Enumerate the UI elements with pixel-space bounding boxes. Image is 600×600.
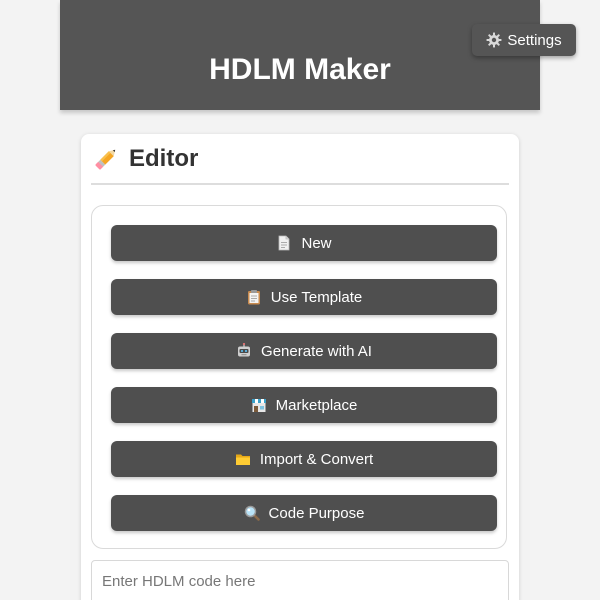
magnifier-icon [244,505,260,521]
generate-with-ai-label: Generate with AI [261,342,372,360]
document-icon [276,235,292,251]
app-header: HDLM Maker [60,0,540,110]
code-purpose-label: Code Purpose [268,504,365,522]
use-template-label: Use Template [270,288,363,306]
gear-icon [486,32,502,48]
new-button[interactable]: New [111,225,497,261]
pencil-icon [91,144,121,174]
editor-heading: Editor [91,142,198,176]
editor-card: Editor New Use Template Generate with AI… [81,134,519,600]
code-purpose-button[interactable]: Code Purpose [111,495,497,531]
use-template-button[interactable]: Use Template [111,279,497,315]
folder-icon [235,451,251,467]
import-convert-label: Import & Convert [259,450,374,468]
app-page: HDLM Maker Settings Editor New Use Templ… [0,0,600,600]
marketplace-button[interactable]: Marketplace [111,387,497,423]
generate-with-ai-button[interactable]: Generate with AI [111,333,497,369]
robot-icon [236,343,252,359]
settings-label: Settings [507,31,562,49]
heading-divider [91,183,509,185]
hdlm-code-input[interactable] [91,560,509,600]
settings-button[interactable]: Settings [472,24,576,56]
store-icon [251,397,267,413]
app-title: HDLM Maker [209,53,391,86]
import-convert-button[interactable]: Import & Convert [111,441,497,477]
actions-panel: New Use Template Generate with AI Market… [91,205,507,549]
editor-title: Editor [129,145,199,172]
clipboard-icon [246,289,262,305]
marketplace-label: Marketplace [275,396,358,414]
new-label: New [301,234,332,252]
